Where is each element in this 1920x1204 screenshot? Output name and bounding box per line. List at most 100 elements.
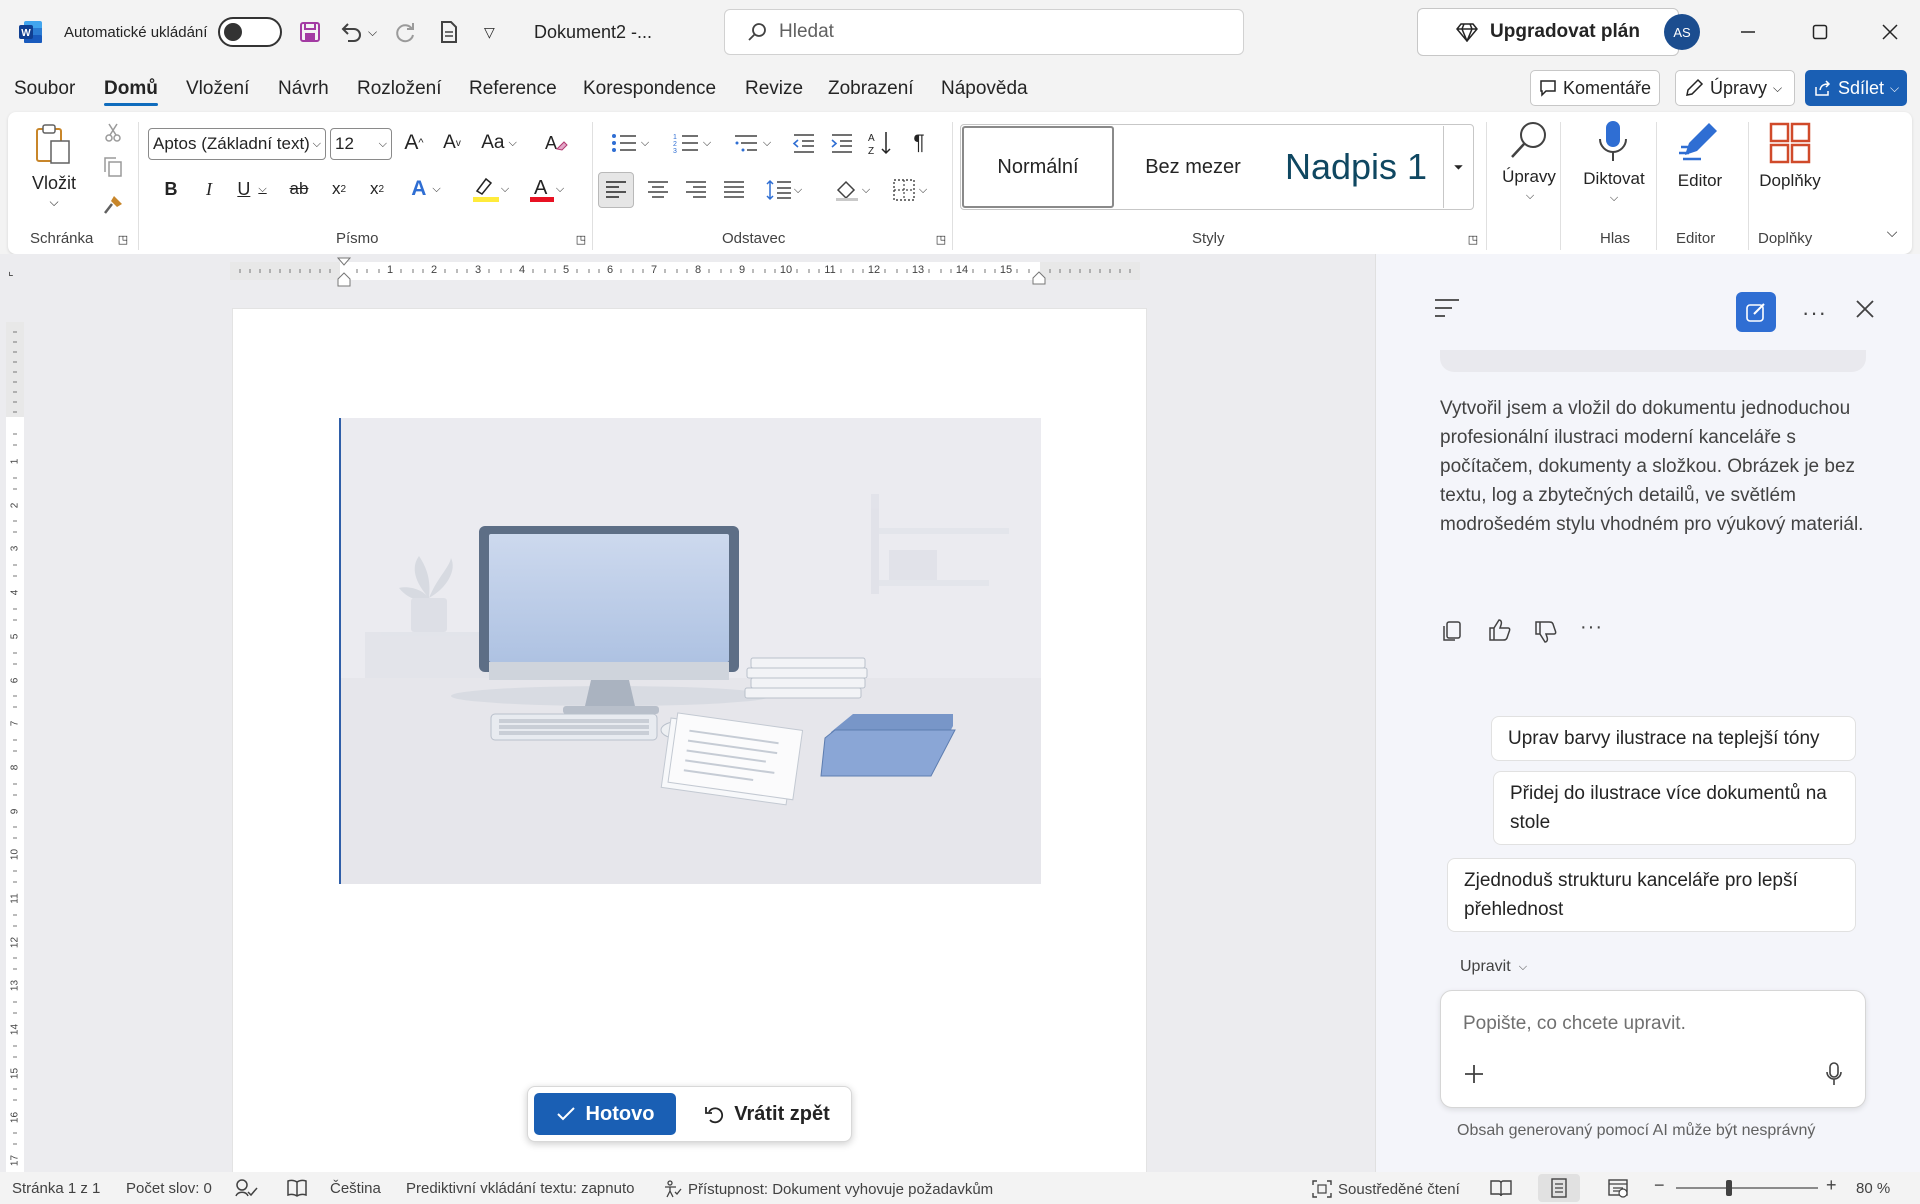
copy-response-icon[interactable] — [1442, 620, 1462, 642]
menu-icon[interactable] — [1434, 298, 1460, 318]
grow-font-icon[interactable]: A ^ — [400, 128, 428, 158]
more-response-options-icon[interactable]: ··· — [1580, 616, 1603, 639]
language[interactable]: Čeština — [330, 1180, 381, 1197]
tab-help[interactable]: Nápověda — [941, 78, 1028, 100]
tab-layout[interactable]: Rozložení — [357, 78, 442, 100]
clear-formatting-icon[interactable]: A — [542, 128, 570, 158]
zoom-out-icon[interactable]: − — [1654, 1175, 1665, 1196]
addins-label[interactable]: Doplňky — [1752, 170, 1828, 192]
right-indent-marker[interactable] — [1031, 270, 1047, 286]
format-painter-icon[interactable] — [102, 194, 124, 216]
prompt-box[interactable]: Popište, co chcete upravit. — [1440, 990, 1866, 1108]
text-effects-icon[interactable]: A ⌵ — [404, 174, 448, 204]
collapse-ribbon-icon[interactable]: ⌵ — [1882, 222, 1902, 242]
undo-dropdown-icon[interactable]: ⌵ — [368, 0, 377, 64]
web-layout-icon[interactable] — [1608, 1178, 1628, 1198]
align-left-icon[interactable] — [598, 172, 634, 208]
style-no-spacing[interactable]: Bez mezer — [1117, 126, 1269, 208]
superscript-icon[interactable]: x2 — [364, 174, 390, 204]
subscript-icon[interactable]: x2 — [326, 174, 352, 204]
prompt-input[interactable]: Popište, co chcete upravit. — [1463, 1013, 1686, 1035]
maximize-icon[interactable] — [1812, 0, 1828, 64]
book-icon[interactable] — [286, 1178, 308, 1198]
copy-icon[interactable] — [102, 156, 124, 178]
tab-mailings[interactable]: Korespondence — [583, 78, 716, 100]
more-options-icon[interactable]: ··· — [1802, 300, 1827, 326]
numbering-icon[interactable]: 1 2 3 ⌵ — [664, 128, 720, 158]
word-count[interactable]: Počet slov: 0 — [126, 1180, 212, 1197]
new-chat-icon[interactable] — [1736, 292, 1776, 332]
share-button[interactable]: Sdílet ⌵ — [1805, 70, 1907, 106]
print-layout-icon[interactable] — [1538, 1174, 1580, 1202]
accessibility-status[interactable]: Přístupnost: Dokument vyhovuje požadavků… — [664, 1180, 993, 1198]
font-launcher-icon[interactable]: ◳ — [574, 232, 588, 246]
close-panel-icon[interactable] — [1856, 300, 1874, 318]
borders-icon[interactable]: ⌵ — [884, 174, 936, 206]
styles-more-icon[interactable]: ⏷ — [1443, 126, 1473, 208]
addins-icon[interactable] — [1766, 120, 1814, 166]
predictive-text-status[interactable]: Prediktivní vkládání textu: zapnuto — [406, 1180, 634, 1197]
chevron-down-icon[interactable]: ⌵ — [1604, 190, 1624, 206]
vertical-ruler[interactable]: 1 2 3 4 5 6 7 8 9 10 11 12 13 14 15 16 17 — [6, 322, 24, 1172]
show-formatting-marks-icon[interactable]: ¶ — [906, 128, 932, 158]
comments-button[interactable]: Komentáře — [1530, 70, 1660, 106]
horizontal-ruler[interactable]: 1 2 3 4 5 6 7 8 9 10 11 12 13 14 15 — [230, 257, 1140, 287]
multilevel-list-icon[interactable]: ⌵ — [724, 128, 780, 158]
justify-icon[interactable] — [718, 174, 750, 206]
paragraph-launcher-icon[interactable]: ◳ — [934, 232, 948, 246]
italic-icon[interactable]: I — [196, 174, 222, 204]
suggestion-chip[interactable]: Přidej do ilustrace více dokumentů na st… — [1493, 771, 1856, 845]
customize-qat-icon[interactable]: ▽ — [484, 0, 495, 64]
find-icon[interactable] — [1494, 118, 1564, 164]
cut-icon[interactable] — [102, 122, 124, 144]
styles-launcher-icon[interactable]: ◳ — [1466, 232, 1480, 246]
zoom-in-icon[interactable]: + — [1826, 1175, 1837, 1196]
microphone-input-icon[interactable] — [1825, 1061, 1843, 1087]
add-attachment-icon[interactable] — [1463, 1063, 1485, 1085]
redo-icon[interactable] — [392, 0, 418, 64]
editing-mode-button[interactable]: Úpravy ⌵ — [1675, 70, 1795, 106]
style-heading-1[interactable]: Nadpis 1 — [1271, 126, 1441, 208]
read-mode-icon[interactable] — [1490, 1178, 1512, 1198]
tab-insert[interactable]: Vložení — [186, 78, 249, 100]
avatar[interactable]: AS — [1664, 14, 1700, 50]
focus-mode-button[interactable]: Soustředěné čtení — [1312, 1180, 1460, 1198]
proofing-icon[interactable] — [234, 1178, 258, 1198]
search-box[interactable]: Hledat — [724, 9, 1244, 55]
undo-icon[interactable] — [338, 0, 364, 64]
first-line-indent-marker[interactable] — [336, 256, 352, 288]
tab-selector-icon[interactable]: ⌞ — [8, 264, 14, 278]
upgrade-plan-button[interactable]: Upgradovat plán — [1417, 8, 1679, 56]
done-button[interactable]: Hotovo — [534, 1093, 676, 1135]
decrease-indent-icon[interactable] — [790, 128, 818, 158]
save-icon[interactable] — [298, 0, 322, 64]
align-center-icon[interactable] — [642, 174, 674, 206]
underline-icon[interactable]: U ⌵ — [232, 174, 272, 204]
close-window-icon[interactable] — [1882, 0, 1898, 64]
tab-file[interactable]: Soubor — [14, 78, 75, 100]
zoom-slider[interactable] — [1676, 1187, 1818, 1189]
tab-view[interactable]: Zobrazení — [828, 78, 914, 100]
undo-button[interactable]: Vrátit zpět — [688, 1093, 846, 1135]
align-right-icon[interactable] — [680, 174, 712, 206]
tab-design[interactable]: Návrh — [278, 78, 329, 100]
editor-icon[interactable] — [1672, 118, 1728, 166]
editor-label[interactable]: Editor — [1666, 170, 1734, 192]
paste-dropdown-icon[interactable]: ⌵ — [44, 194, 64, 210]
mode-selector[interactable]: Upravit ⌵ — [1460, 958, 1527, 976]
bold-icon[interactable]: B — [158, 174, 184, 204]
bullets-icon[interactable]: ⌵ — [602, 128, 658, 158]
font-color-icon[interactable]: A ⌵ — [520, 174, 572, 204]
paste-icon[interactable] — [34, 122, 74, 168]
style-normal[interactable]: Normální — [962, 126, 1114, 208]
dictate-label[interactable]: Diktovat — [1576, 168, 1652, 190]
strikethrough-icon[interactable]: ab — [284, 174, 314, 204]
microphone-icon[interactable] — [1588, 118, 1638, 166]
zoom-level[interactable]: 80 % — [1856, 1180, 1890, 1197]
suggestion-chip[interactable]: Uprav barvy ilustrace na teplejší tóny — [1491, 716, 1856, 761]
zoom-slider-thumb[interactable] — [1726, 1180, 1732, 1196]
document-title[interactable]: Dokument2 -... — [534, 0, 652, 64]
autosave-toggle[interactable] — [218, 0, 282, 64]
suggestion-chip[interactable]: Zjednoduš strukturu kanceláře pro lepší … — [1447, 858, 1856, 932]
increase-indent-icon[interactable] — [828, 128, 856, 158]
